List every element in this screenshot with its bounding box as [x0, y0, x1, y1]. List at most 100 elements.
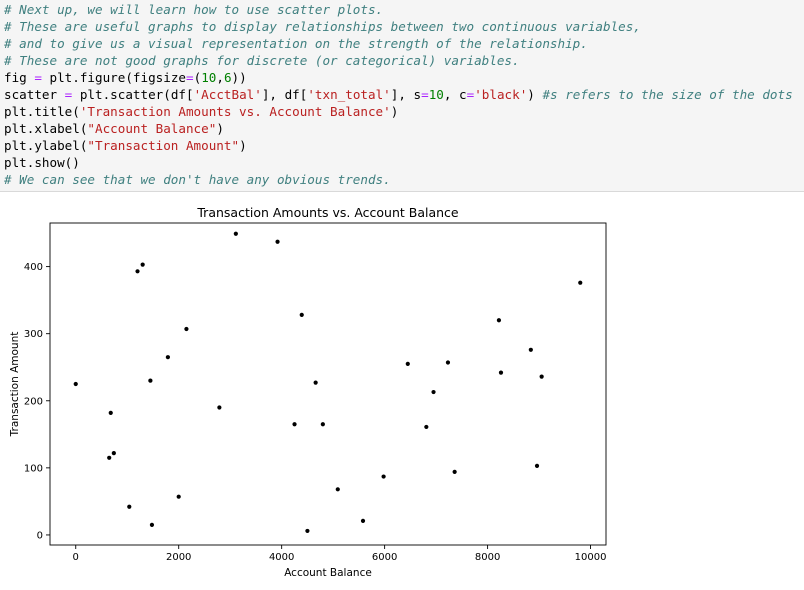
code-token: plt.xlabel( — [4, 121, 88, 136]
x-tick-label: 6000 — [372, 552, 397, 563]
x-tick-label: 8000 — [475, 552, 500, 563]
scatter-point — [176, 494, 181, 499]
scatter-point — [127, 504, 132, 509]
code-line: # These are not good graphs for discrete… — [4, 52, 793, 69]
code-line: scatter = plt.scatter(df['AcctBal'], df[… — [4, 86, 793, 103]
code-token: scatter — [4, 87, 65, 102]
code-token: ], s — [390, 87, 422, 102]
x-tick-label: 2000 — [166, 552, 191, 563]
code-token: 10 — [428, 87, 444, 102]
y-tick-label: 0 — [37, 530, 43, 541]
scatter-point — [313, 380, 318, 385]
code-line: # and to give us a visual representation… — [4, 35, 793, 52]
scatter-point — [405, 361, 410, 366]
code-token: ) — [390, 104, 399, 119]
code-token: plt.scatter(df[ — [72, 87, 194, 102]
code-line: # Next up, we will learn how to use scat… — [4, 1, 793, 18]
code-token: 'AcctBal' — [193, 87, 262, 102]
scatter-point — [165, 355, 170, 360]
x-tick-label: 10000 — [575, 552, 607, 563]
code-token: 10 — [201, 70, 217, 85]
code-token: )) — [231, 70, 247, 85]
scatter-point — [578, 280, 583, 285]
code-token: plt.ylabel( — [4, 138, 88, 153]
code-line: # We can see that we don't have any obvi… — [4, 171, 793, 188]
scatter-point — [233, 231, 238, 236]
scatter-point — [217, 405, 222, 410]
code-token: 'txn_total' — [307, 87, 391, 102]
code-token: # Next up, we will learn how to use scat… — [4, 2, 384, 17]
code-token: , c — [443, 87, 467, 102]
scatter-point — [140, 262, 145, 267]
code-token: # These are useful graphs to display rel… — [4, 19, 641, 34]
code-token: "Transaction Amount" — [87, 138, 240, 153]
code-line: # These are useful graphs to display rel… — [4, 18, 793, 35]
scatter-point — [381, 474, 386, 479]
scatter-point — [335, 487, 340, 492]
scatter-point — [184, 326, 189, 332]
code-token: plt.title( — [4, 104, 80, 119]
y-tick-label: 300 — [24, 329, 43, 340]
scatter-point — [299, 312, 304, 318]
x-axis: 0 2000 4000 6000 8000 10000 — [73, 545, 607, 563]
chart-title: Transaction Amounts vs. Account Balance — [196, 205, 459, 220]
y-tick-label: 200 — [24, 396, 43, 407]
axes-frame — [49, 222, 607, 546]
code-token: #s refers to the size of the dots — [542, 87, 793, 102]
code-token: 'Transaction Amounts vs. Account Balance… — [79, 104, 391, 119]
code-token: "Account Balance" — [87, 121, 217, 136]
code-token: 6 — [223, 70, 232, 85]
scatter-point — [496, 318, 502, 323]
code-line: plt.show() — [4, 154, 793, 171]
code-cell[interactable]: # Next up, we will learn how to use scat… — [0, 0, 804, 192]
y-axis: 0 100 200 300 400 — [24, 262, 50, 541]
scatter-point — [108, 410, 113, 415]
scatter-chart: Transaction Amounts vs. Account Balance … — [9, 205, 607, 579]
code-token: # These are not good graphs for discrete… — [4, 53, 520, 68]
x-tick-label: 0 — [73, 552, 79, 563]
scatter-point — [431, 389, 436, 395]
code-line: plt.xlabel("Account Balance") — [4, 120, 793, 137]
code-token: 'black' — [474, 87, 528, 102]
x-axis-label: Account Balance — [284, 567, 372, 579]
x-tick-label: 4000 — [269, 552, 294, 563]
code-editor[interactable]: # Next up, we will learn how to use scat… — [4, 1, 793, 188]
plot-area: 0 2000 4000 6000 8000 10000 0 100 200 300 400 — [24, 222, 607, 563]
scatter-point — [452, 469, 457, 474]
code-line: plt.title('Transaction Amounts vs. Accou… — [4, 103, 793, 120]
code-token: ) — [216, 121, 224, 136]
code-line: plt.ylabel("Transaction Amount") — [4, 137, 793, 154]
scatter-point — [107, 455, 112, 460]
y-axis-label: Transaction Amount — [9, 332, 21, 438]
scatter-point — [528, 347, 533, 352]
code-token: ) — [239, 138, 247, 153]
scatter-point — [135, 269, 140, 274]
scatter-point — [305, 528, 310, 534]
code-line: fig = plt.figure(figsize=(10,6)) — [4, 69, 793, 86]
code-token: # and to give us a visual representation… — [4, 36, 588, 51]
code-token: ], df[ — [261, 87, 308, 102]
y-tick-label: 100 — [24, 463, 43, 474]
output-area: Transaction Amounts vs. Account Balance … — [0, 196, 804, 585]
scatter-point — [149, 522, 155, 527]
scatter-point — [148, 378, 153, 383]
scatter-point — [275, 239, 280, 244]
code-token: # We can see that we don't have any obvi… — [4, 172, 391, 187]
scatter-point — [498, 370, 504, 375]
scatter-point — [539, 374, 544, 379]
scatter-point — [424, 424, 429, 430]
code-token: = — [186, 70, 194, 85]
code-token: , — [216, 70, 224, 85]
scatter-points — [73, 231, 583, 534]
scatter-point — [73, 381, 78, 387]
scatter-point — [534, 463, 540, 468]
y-tick-label: 400 — [24, 262, 43, 273]
code-token: plt.show() — [4, 155, 80, 170]
code-token: = — [34, 70, 42, 85]
code-token: ) — [527, 87, 543, 102]
scatter-point — [445, 360, 451, 365]
scatter-point — [320, 422, 325, 427]
scatter-point — [360, 518, 366, 523]
scatter-point — [111, 450, 116, 456]
code-token: plt.figure(figsize — [41, 70, 186, 85]
